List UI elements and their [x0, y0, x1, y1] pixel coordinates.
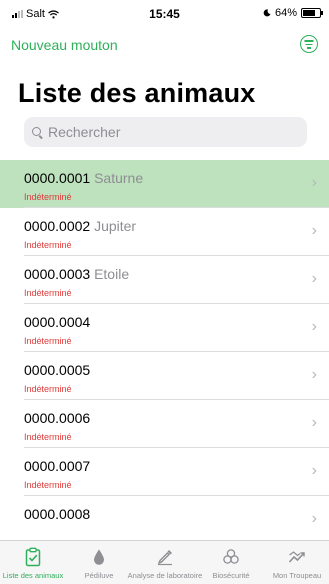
animal-number: 0000.0003	[24, 266, 91, 282]
list-item[interactable]: 0000.0006 Indéterminé ›	[0, 400, 329, 448]
moon-icon	[263, 9, 271, 17]
animal-number: 0000.0006	[24, 410, 91, 426]
biohazard-icon	[223, 549, 239, 564]
battery-group: 64%	[263, 7, 323, 19]
new-sheep-button[interactable]: Nouveau mouton	[11, 37, 118, 53]
animal-name: Saturne	[94, 170, 144, 186]
drop-icon	[94, 549, 104, 565]
chevron-right-icon: ›	[311, 222, 317, 239]
animal-name: Etoile	[94, 266, 130, 282]
animal-status: Indéterminé	[24, 480, 72, 490]
chevron-right-icon: ›	[311, 318, 317, 335]
tab-label: Mon Troupeau	[272, 571, 322, 580]
trend-chart-icon	[288, 551, 305, 563]
list-item[interactable]: 0000.0007 Indéterminé ›	[0, 448, 329, 496]
list-item[interactable]: 0000.0003 Etoile Indéterminé ›	[0, 256, 329, 304]
pipette-icon	[157, 550, 172, 566]
animal-number: 0000.0001	[24, 170, 91, 186]
list-item[interactable]: 0000.0008 ›	[0, 496, 329, 540]
list-item[interactable]: 0000.0002 Jupiter Indéterminé ›	[0, 208, 329, 256]
animal-name: Jupiter	[94, 218, 137, 234]
list-item[interactable]: 0000.0004 Indéterminé ›	[0, 304, 329, 352]
animal-number: 0000.0002	[24, 218, 91, 234]
tab-bar: Liste des animaux Pédiluve Analyse de la…	[0, 540, 329, 584]
list-item[interactable]: 0000.0001 Saturne Indéterminé ›	[0, 160, 329, 208]
animal-number: 0000.0005	[24, 362, 91, 378]
chevron-right-icon: ›	[311, 366, 317, 383]
page-title: Liste des animaux	[18, 78, 256, 108]
search-icon	[32, 126, 43, 138]
chevron-right-icon: ›	[311, 510, 317, 527]
search-input[interactable]: Rechercher	[24, 117, 307, 147]
animal-status: Indéterminé	[24, 432, 72, 442]
status-bar: Salt 15:45 64%	[0, 0, 329, 28]
list-item[interactable]: 0000.0005 Indéterminé ›	[0, 352, 329, 400]
animal-number: 0000.0004	[24, 314, 91, 330]
clipboard-check-icon	[25, 547, 41, 567]
chevron-right-icon: ›	[311, 414, 317, 431]
chevron-right-icon: ›	[311, 270, 317, 287]
search-placeholder: Rechercher	[48, 124, 121, 140]
battery-percent: 64%	[274, 7, 297, 19]
chevron-right-icon: ›	[311, 174, 317, 191]
chevron-right-icon: ›	[311, 462, 317, 479]
animal-status: Indéterminé	[24, 384, 72, 394]
animal-status: Indéterminé	[24, 336, 72, 346]
filter-icon[interactable]	[300, 35, 318, 53]
animal-status: Indéterminé	[24, 288, 72, 298]
animal-number: 0000.0008	[24, 506, 91, 522]
animal-status: Indéterminé	[24, 240, 72, 250]
battery-icon	[301, 8, 323, 18]
tab-my-herd[interactable]: Mon Troupeau	[264, 541, 329, 584]
animal-list[interactable]: 0000.0001 Saturne Indéterminé › 0000.000…	[0, 160, 329, 540]
animal-status: Indéterminé	[24, 192, 72, 202]
animal-number: 0000.0007	[24, 458, 91, 474]
